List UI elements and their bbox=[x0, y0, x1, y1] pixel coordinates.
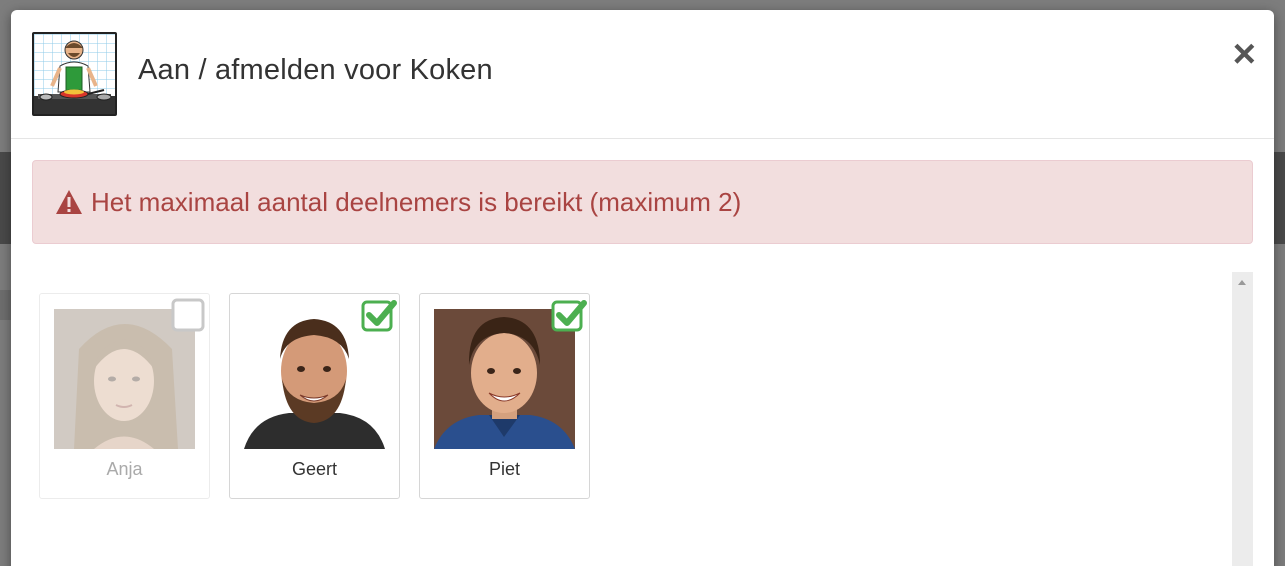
checked-checkbox-icon[interactable] bbox=[549, 297, 587, 333]
participant-name: Anja bbox=[106, 459, 143, 479]
participant-list: Anja Geert Piet bbox=[39, 293, 609, 499]
participant-card-piet[interactable]: Piet bbox=[419, 293, 590, 499]
participant-name: Geert bbox=[291, 459, 338, 479]
participant-card-geert[interactable]: Geert bbox=[229, 293, 400, 499]
close-button[interactable]: × bbox=[1233, 34, 1256, 74]
unchecked-checkbox-icon[interactable] bbox=[169, 297, 207, 333]
modal-title: Aan / afmelden voor Koken bbox=[138, 54, 493, 86]
cooking-pictogram-icon bbox=[32, 32, 117, 116]
max-participants-alert: Het maximaal aantal deelnemers is bereik… bbox=[32, 160, 1253, 244]
participant-card-anja[interactable]: Anja bbox=[39, 293, 210, 499]
modal-header: Aan / afmelden voor Koken × bbox=[11, 10, 1274, 139]
alert-message: Het maximaal aantal deelnemers is bereik… bbox=[91, 186, 742, 217]
checked-checkbox-icon[interactable] bbox=[359, 297, 397, 333]
scroll-up-arrow-icon[interactable] bbox=[1238, 280, 1246, 285]
signup-modal: Aan / afmelden voor Koken × Het maximaal… bbox=[11, 10, 1274, 566]
warning-triangle-icon bbox=[55, 189, 83, 215]
vertical-scrollbar[interactable] bbox=[1232, 272, 1253, 566]
participant-name: Piet bbox=[488, 459, 521, 479]
